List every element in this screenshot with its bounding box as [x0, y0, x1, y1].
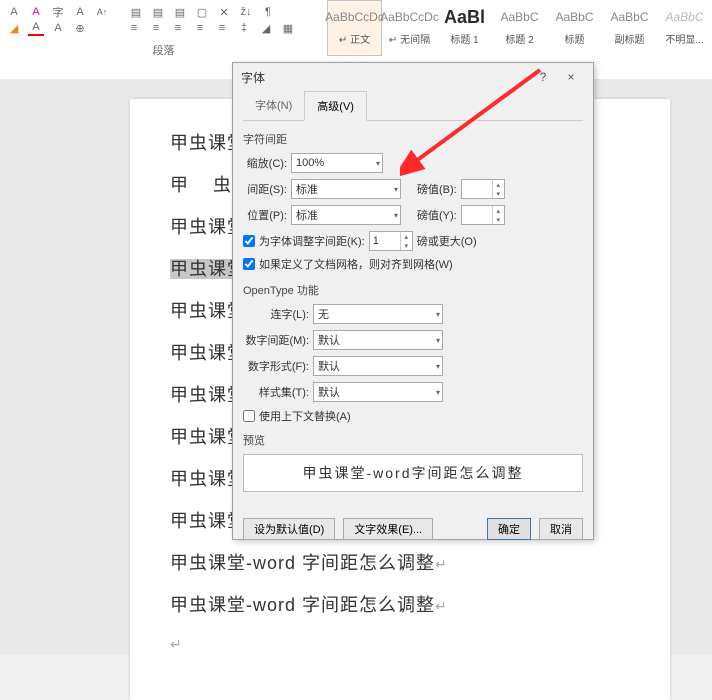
font-dialog: 字体 ? × 字体(N) 高级(V) 字符间距 缩放(C): 100%▾ 间距(…: [232, 62, 594, 540]
borders-icon[interactable]: ▦: [280, 20, 296, 36]
tab-advanced[interactable]: 高级(V): [304, 91, 367, 121]
align-left-icon[interactable]: ≡: [126, 20, 142, 36]
ligatures-combo[interactable]: 无▾: [313, 304, 443, 324]
context-label: 使用上下文替换(A): [259, 408, 351, 424]
border-icon[interactable]: ▢: [194, 4, 210, 20]
justify-icon[interactable]: ≡: [192, 20, 208, 36]
help-button[interactable]: ?: [529, 66, 557, 88]
position-by-spin[interactable]: ▴▾: [461, 205, 505, 225]
shading-icon[interactable]: ◢: [6, 20, 22, 36]
spacing-by-spin[interactable]: ▴▾: [461, 179, 505, 199]
stylistic-combo[interactable]: 默认▾: [313, 382, 443, 402]
ok-button[interactable]: 确定: [487, 518, 531, 540]
text-effects-button[interactable]: 文字效果(E)...: [343, 518, 433, 540]
phonetic-icon[interactable]: A↑: [94, 4, 110, 20]
cancel-button[interactable]: 取消: [539, 518, 583, 540]
enclose-icon[interactable]: ⊕: [72, 20, 88, 36]
doc-line[interactable]: ↵: [170, 633, 630, 654]
grow-font-icon[interactable]: A: [50, 20, 66, 36]
char-spacing-title: 字符间距: [243, 131, 583, 147]
spacing-by-label: 磅值(B):: [413, 181, 461, 197]
style-normal[interactable]: AaBbCcDc↵ 正文: [327, 0, 382, 56]
numbering-icon[interactable]: ▤: [150, 4, 166, 20]
distribute-icon[interactable]: ≡: [214, 20, 230, 36]
shading2-icon[interactable]: ◢: [258, 20, 274, 36]
spacing-combo[interactable]: 标准▾: [291, 179, 401, 199]
preview-box: 甲虫课堂-word字间距怎么调整: [243, 454, 583, 492]
opentype-title: OpenType 功能: [243, 282, 583, 298]
bullets-icon[interactable]: ▤: [128, 4, 144, 20]
kerning-unit: 磅或更大(O): [417, 233, 477, 249]
dialog-titlebar[interactable]: 字体 ? ×: [233, 63, 593, 91]
style-gallery[interactable]: AaBbCcDc↵ 正文 AaBbCcDc↵ 无间隔 AaBl标题 1 AaBb…: [327, 0, 712, 59]
grid-checkbox[interactable]: [243, 258, 255, 270]
style-heading1[interactable]: AaBl标题 1: [437, 0, 492, 56]
style-nospacing[interactable]: AaBbCcDc↵ 无间隔: [382, 0, 437, 56]
paragraph-label: 段落: [6, 42, 321, 58]
font-color-icon[interactable]: A: [6, 4, 22, 20]
stylistic-label: 样式集(T):: [243, 384, 313, 400]
num-forms-combo[interactable]: 默认▾: [313, 356, 443, 376]
font-color2-icon[interactable]: A: [28, 20, 44, 36]
multilevel-icon[interactable]: ▤: [172, 4, 188, 20]
kerning-spin[interactable]: 1▴▾: [369, 231, 413, 251]
spacing-label: 间距(S):: [243, 181, 291, 197]
kerning-checkbox[interactable]: [243, 235, 255, 247]
sort-icon[interactable]: ž↓: [238, 4, 254, 20]
ribbon: A A 字 A A↑ ▤ ▤ ▤ ▢ ✕ ž↓ ¶ ◢ A A ⊕ ≡ ≡ ≡ …: [0, 0, 712, 59]
ribbon-paragraph-group: A A 字 A A↑ ▤ ▤ ▤ ▢ ✕ ž↓ ¶ ◢ A A ⊕ ≡ ≡ ≡ …: [0, 0, 327, 59]
context-checkbox[interactable]: [243, 410, 255, 422]
preview-title: 预览: [243, 432, 583, 448]
align-right-icon[interactable]: ≡: [170, 20, 186, 36]
close-button[interactable]: ×: [557, 66, 585, 88]
num-spacing-combo[interactable]: 默认▾: [313, 330, 443, 350]
style-heading2[interactable]: AaBbC标题 2: [492, 0, 547, 56]
position-combo[interactable]: 标准▾: [291, 205, 401, 225]
dialog-title: 字体: [241, 69, 265, 86]
grid-label: 如果定义了文档网格，则对齐到网格(W): [259, 256, 453, 272]
scale-label: 缩放(C):: [243, 155, 291, 171]
ligatures-label: 连字(L):: [243, 306, 313, 322]
line-spacing-icon[interactable]: ‡: [236, 20, 252, 36]
set-default-button[interactable]: 设为默认值(D): [243, 518, 335, 540]
doc-line[interactable]: 甲虫课堂-word 字间距怎么调整↵: [170, 549, 630, 575]
position-by-label: 磅值(Y):: [413, 207, 461, 223]
num-spacing-label: 数字间距(M):: [243, 332, 313, 348]
char-shading-icon[interactable]: 字: [50, 4, 66, 20]
scale-combo[interactable]: 100%▾: [291, 153, 383, 173]
show-marks-icon[interactable]: ¶: [260, 4, 276, 20]
tab-font[interactable]: 字体(N): [243, 91, 304, 120]
char-size-icon[interactable]: A: [72, 4, 88, 20]
position-label: 位置(P):: [243, 207, 291, 223]
kerning-label: 为字体调整字间距(K):: [259, 233, 365, 249]
style-subtitle[interactable]: AaBbC副标题: [602, 0, 657, 56]
num-forms-label: 数字形式(F):: [243, 358, 313, 374]
doc-line[interactable]: 甲虫课堂-word 字间距怎么调整↵: [170, 591, 630, 617]
style-title[interactable]: AaBbC标题: [547, 0, 602, 56]
para-x-icon[interactable]: ✕: [216, 4, 232, 20]
align-center-icon[interactable]: ≡: [148, 20, 164, 36]
text-highlight-icon[interactable]: A: [28, 4, 44, 20]
style-subtle[interactable]: AaBbC不明显...: [657, 0, 712, 56]
